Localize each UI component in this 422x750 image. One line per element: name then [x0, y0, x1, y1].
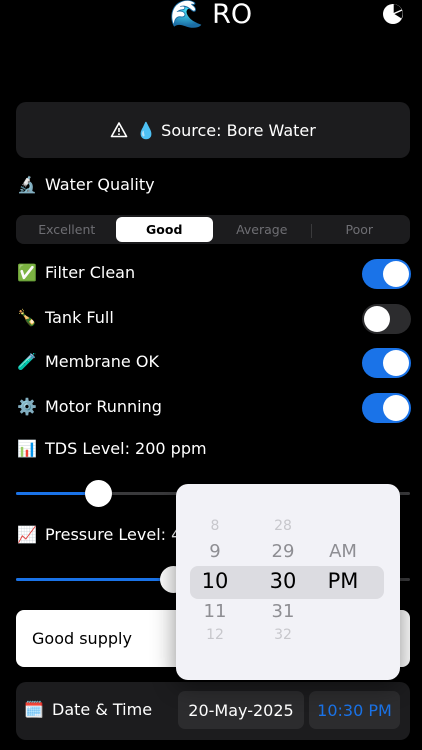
bar-chart-icon: 📊	[17, 439, 37, 458]
pie-chart-icon[interactable]	[381, 2, 405, 26]
filter-clean-label: Filter Clean	[45, 263, 136, 282]
tank-full-label: Tank Full	[45, 308, 114, 327]
toggle-knob	[383, 261, 409, 287]
date-time-label: Date & Time	[52, 700, 153, 719]
segment-good[interactable]: Good	[115, 217, 213, 242]
filter-clean-row: ✅ Filter Clean	[17, 263, 135, 282]
warning-triangle-icon	[110, 122, 128, 138]
period-wheel[interactable]: AM PM	[308, 484, 378, 680]
pressure-level-label: Pressure Level: 40	[45, 525, 192, 544]
date-time-row: 🗓️ Date & Time	[24, 700, 152, 719]
check-mark-icon: ✅	[17, 263, 37, 282]
filter-clean-toggle[interactable]	[362, 259, 411, 289]
hour-wheel[interactable]: 8 9 10 11 12	[176, 484, 254, 680]
hour-option[interactable]: 8	[176, 518, 254, 534]
motor-running-row: ⚙️ Motor Running	[17, 397, 162, 416]
water-quality-label: Water Quality	[45, 175, 155, 194]
motor-running-label: Motor Running	[45, 397, 162, 416]
period-option[interactable]: AM	[308, 541, 378, 562]
gear-icon: ⚙️	[17, 397, 37, 416]
toggle-knob	[383, 395, 409, 421]
source-card[interactable]: 💧 Source: Bore Water	[16, 102, 410, 158]
time-button[interactable]: 10:30 PM	[309, 691, 400, 729]
date-button[interactable]: 20-May-2025	[178, 691, 304, 729]
microscope-icon: 🔬	[17, 175, 37, 194]
bottles-icon: 🍾	[17, 308, 37, 327]
time-picker-popover[interactable]: 8 9 10 11 12 28 29 30 31 32 AM PM	[176, 484, 400, 680]
toggle-knob	[383, 350, 409, 376]
water-quality-row: 🔬 Water Quality	[17, 175, 155, 194]
membrane-ok-toggle[interactable]	[362, 348, 411, 378]
source-label: 💧 Source: Bore Water	[136, 120, 316, 140]
motor-running-toggle[interactable]	[362, 393, 411, 423]
period-option-selected[interactable]: PM	[308, 569, 378, 593]
date-time-card: 🗓️ Date & Time 20-May-2025 10:30 PM	[16, 682, 410, 740]
app-title: 🌊 RO	[169, 0, 253, 30]
test-tube-icon: 🧪	[17, 352, 37, 371]
hour-option[interactable]: 9	[176, 541, 254, 562]
tds-level-row: 📊 TDS Level: 200 ppm	[17, 439, 207, 458]
segment-excellent[interactable]: Excellent	[18, 217, 116, 242]
pressure-level-row: 📈 Pressure Level: 40	[17, 525, 191, 544]
tank-full-row: 🍾 Tank Full	[17, 308, 114, 327]
tank-full-toggle[interactable]	[362, 304, 411, 334]
membrane-ok-label: Membrane OK	[45, 352, 159, 371]
slider-thumb[interactable]	[85, 480, 113, 507]
toggle-knob	[364, 306, 390, 332]
hour-option-selected[interactable]: 10	[176, 569, 254, 593]
membrane-ok-row: 🧪 Membrane OK	[17, 352, 159, 371]
hour-option[interactable]: 11	[176, 601, 254, 622]
slider-fill	[16, 578, 174, 581]
water-quality-segmented-control[interactable]: Excellent Good Average Poor	[16, 215, 410, 244]
tds-level-label: TDS Level: 200 ppm	[45, 439, 207, 458]
segment-average[interactable]: Average	[213, 217, 311, 242]
trend-chart-icon: 📈	[17, 525, 37, 544]
calendar-icon: 🗓️	[24, 700, 44, 719]
segment-poor[interactable]: Poor	[310, 217, 409, 242]
hour-option[interactable]: 12	[176, 627, 254, 643]
